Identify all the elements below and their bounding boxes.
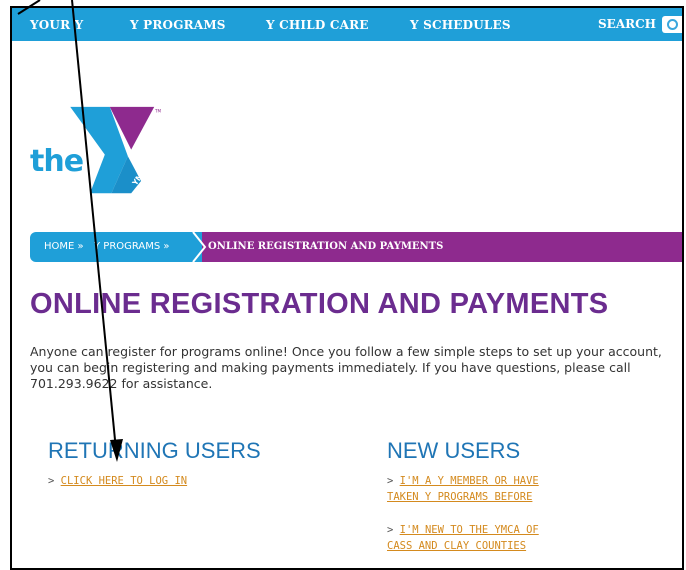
member-link-line1[interactable]: I'M A Y MEMBER OR HAVE bbox=[400, 475, 539, 487]
newcomer-link-line1[interactable]: I'M NEW TO THE YMCA OF bbox=[400, 524, 539, 536]
nav-y-programs[interactable]: Y PROGRAMS bbox=[130, 18, 226, 32]
search-input[interactable] bbox=[662, 16, 682, 33]
login-link[interactable]: CLICK HERE TO LOG IN bbox=[61, 475, 187, 487]
returning-login-row: > CLICK HERE TO LOG IN bbox=[48, 473, 187, 489]
logo-tm-text: TM bbox=[154, 109, 162, 114]
top-nav: YOUR Y Y PROGRAMS Y CHILD CARE Y SCHEDUL… bbox=[12, 8, 682, 41]
browser-frame: YOUR Y Y PROGRAMS Y CHILD CARE Y SCHEDUL… bbox=[10, 6, 684, 570]
logo-the-text: the bbox=[30, 144, 84, 179]
link-prefix: > bbox=[48, 475, 61, 487]
search-icon bbox=[667, 19, 678, 30]
returning-users-heading: RETURNING USERS bbox=[48, 438, 261, 463]
link-prefix: > bbox=[387, 475, 400, 487]
nav-y-schedules[interactable]: Y SCHEDULES bbox=[410, 18, 511, 32]
newcomer-link-line2[interactable]: CASS AND CLAY COUNTIES bbox=[387, 540, 526, 552]
breadcrumb-home[interactable]: HOME » bbox=[44, 241, 84, 252]
intro-paragraph: Anyone can register for programs online!… bbox=[30, 344, 662, 391]
breadcrumb-chevron bbox=[190, 232, 207, 262]
new-users-member-row: > I'M A Y MEMBER OR HAVE TAKEN Y PROGRAM… bbox=[387, 473, 539, 505]
breadcrumb: HOME » Y PROGRAMS » ONLINE REGISTRATION … bbox=[30, 232, 682, 262]
page-title: ONLINE REGISTRATION AND PAYMENTS bbox=[30, 288, 609, 320]
nav-y-child-care[interactable]: Y CHILD CARE bbox=[266, 18, 369, 32]
search-label: SEARCH bbox=[598, 17, 656, 31]
member-link-line2[interactable]: TAKEN Y PROGRAMS BEFORE bbox=[387, 491, 532, 503]
link-prefix: > bbox=[387, 524, 400, 536]
nav-your-y[interactable]: YOUR Y bbox=[30, 18, 83, 32]
new-users-newcomer-row: > I'M NEW TO THE YMCA OF CASS AND CLAY C… bbox=[387, 522, 539, 554]
new-users-heading: NEW USERS bbox=[387, 438, 521, 463]
breadcrumb-current: ONLINE REGISTRATION AND PAYMENTS bbox=[208, 241, 444, 252]
breadcrumb-y-programs[interactable]: Y PROGRAMS » bbox=[94, 241, 170, 252]
